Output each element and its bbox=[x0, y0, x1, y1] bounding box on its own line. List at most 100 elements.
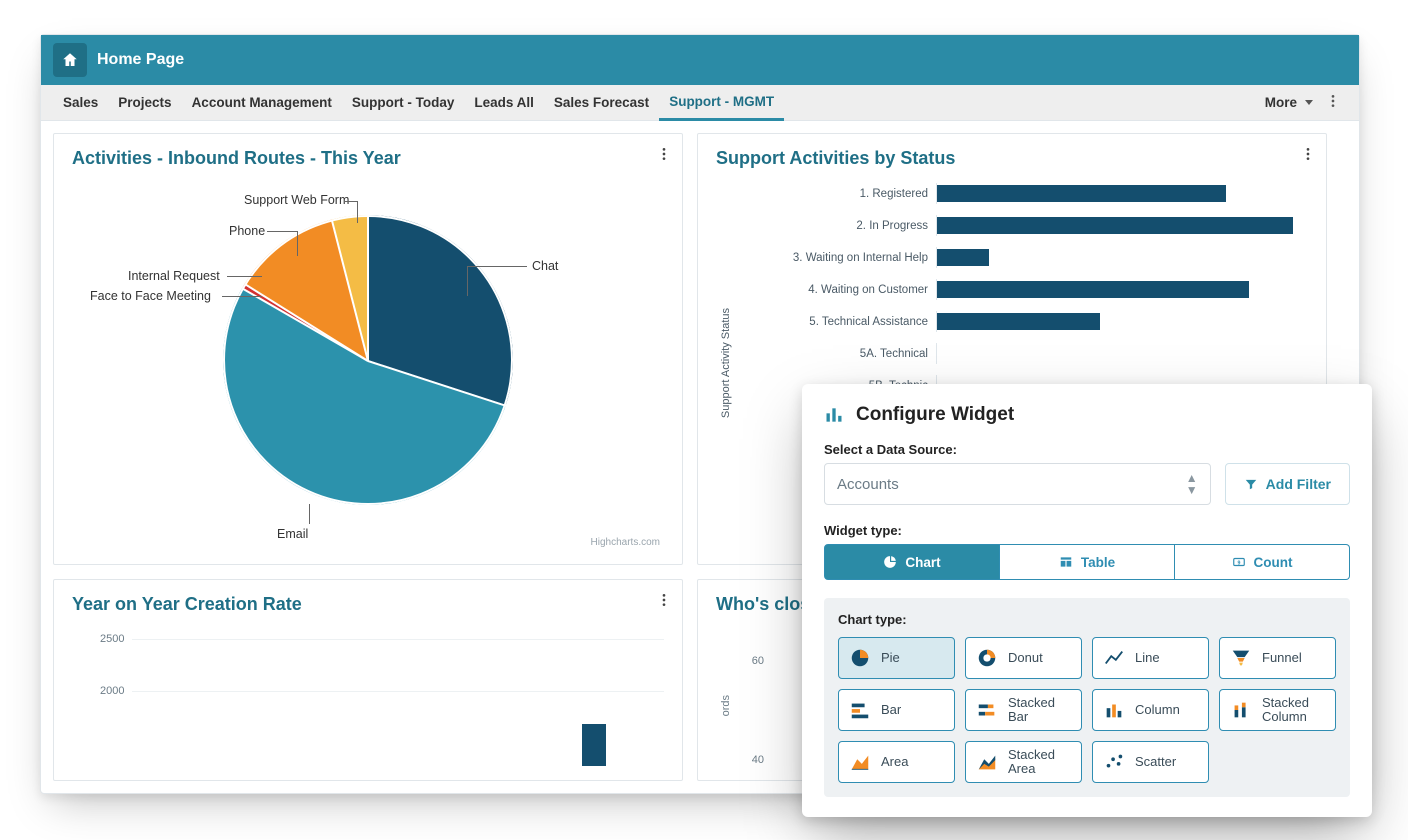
pie-icon bbox=[849, 647, 871, 669]
chart-type-stacked-bar[interactable]: StackedBar bbox=[965, 689, 1082, 731]
kebab-icon bbox=[656, 592, 672, 608]
card-menu-button[interactable] bbox=[656, 592, 672, 613]
chart-type-bar[interactable]: Bar bbox=[838, 689, 955, 731]
hbar-fill[interactable] bbox=[937, 185, 1226, 202]
kebab-icon bbox=[656, 146, 672, 162]
chart-type-column[interactable]: Column bbox=[1092, 689, 1209, 731]
chart-type-label: Chart type: bbox=[838, 612, 1336, 627]
column-icon bbox=[1103, 699, 1125, 721]
widget-type-count[interactable]: 9 Count bbox=[1175, 544, 1350, 580]
page-title: Home Page bbox=[97, 51, 184, 69]
chart-type-label: Funnel bbox=[1262, 651, 1302, 665]
hbar-row: 1. Registered bbox=[736, 183, 1308, 204]
tabs-more-button[interactable]: More bbox=[1259, 95, 1319, 110]
chart-type-stacked-area[interactable]: StackedArea bbox=[965, 741, 1082, 783]
pie-label-chat: Chat bbox=[532, 259, 558, 273]
chart-type-label: Area bbox=[881, 755, 908, 769]
ytick: 60 bbox=[716, 655, 770, 667]
chart-type-line[interactable]: Line bbox=[1092, 637, 1209, 679]
chart-type-area[interactable]: Area bbox=[838, 741, 955, 783]
add-filter-label: Add Filter bbox=[1266, 476, 1331, 492]
ytick: 2000 bbox=[100, 685, 124, 697]
ytick: 2500 bbox=[100, 633, 124, 645]
donut-icon bbox=[976, 647, 998, 669]
widget-type-table[interactable]: Table bbox=[1000, 544, 1175, 580]
tab-support-today[interactable]: Support - Today bbox=[342, 85, 465, 121]
pie-plot[interactable] bbox=[223, 215, 513, 505]
widget-type-label: Widget type: bbox=[824, 523, 1350, 538]
hbar-track bbox=[936, 215, 1308, 236]
funnel-icon bbox=[1230, 647, 1252, 669]
popover-header: Configure Widget bbox=[824, 404, 1350, 426]
widget-type-chart[interactable]: Chart bbox=[824, 544, 1000, 580]
hbar-category: 2. In Progress bbox=[736, 220, 936, 232]
hbar-row: 5. Technical Assistance bbox=[736, 311, 1308, 332]
table-icon bbox=[1059, 555, 1073, 569]
chart-type-label: Line bbox=[1135, 651, 1160, 665]
chart-type-label: Pie bbox=[881, 651, 900, 665]
hbar-track bbox=[936, 183, 1308, 204]
chart-type-label: Donut bbox=[1008, 651, 1043, 665]
card-menu-button[interactable] bbox=[656, 146, 672, 167]
tab-sales-forecast[interactable]: Sales Forecast bbox=[544, 85, 659, 121]
hbar-fill[interactable] bbox=[937, 281, 1249, 298]
data-source-value: Accounts bbox=[837, 476, 899, 493]
add-filter-button[interactable]: Add Filter bbox=[1225, 463, 1350, 505]
tabs-kebab-button[interactable] bbox=[1319, 93, 1347, 112]
chart-type-funnel[interactable]: Funnel bbox=[1219, 637, 1336, 679]
column-bar[interactable] bbox=[582, 724, 606, 766]
tab-sales[interactable]: Sales bbox=[53, 85, 108, 121]
line-icon bbox=[1103, 647, 1125, 669]
seg-label: Table bbox=[1081, 555, 1115, 570]
hbar-row: 2. In Progress bbox=[736, 215, 1308, 236]
bar-icon bbox=[849, 699, 871, 721]
tab-bar: Sales Projects Account Management Suppor… bbox=[41, 85, 1359, 121]
counter-icon: 9 bbox=[1232, 555, 1246, 569]
kebab-icon bbox=[1325, 93, 1341, 109]
stacked-bar-icon bbox=[976, 699, 998, 721]
hbar-category: 3. Waiting on Internal Help bbox=[736, 252, 936, 264]
tab-projects[interactable]: Projects bbox=[108, 85, 181, 121]
chart-type-panel: Chart type: PieDonutLineFunnelBarStacked… bbox=[824, 598, 1350, 797]
hbar-fill[interactable] bbox=[937, 249, 989, 266]
hbar-fill[interactable] bbox=[937, 217, 1293, 234]
popover-title: Configure Widget bbox=[856, 404, 1014, 426]
chart-type-donut[interactable]: Donut bbox=[965, 637, 1082, 679]
hbar-fill[interactable] bbox=[937, 313, 1100, 330]
filter-icon bbox=[1244, 477, 1258, 491]
tab-account-management[interactable]: Account Management bbox=[182, 85, 342, 121]
chart-type-pie[interactable]: Pie bbox=[838, 637, 955, 679]
ytick: 40 bbox=[716, 754, 770, 766]
stacked-column-icon bbox=[1230, 699, 1252, 721]
home-icon bbox=[61, 51, 79, 69]
hbar-row: 3. Waiting on Internal Help bbox=[736, 247, 1308, 268]
home-button[interactable] bbox=[53, 43, 87, 77]
y-axis: 60 40 bbox=[716, 655, 770, 766]
y-axis: 2500 2000 bbox=[72, 615, 664, 697]
chart-type-label: Column bbox=[1135, 703, 1180, 717]
card-title: Support Activities by Status bbox=[716, 148, 1308, 169]
pie-label-phone: Phone bbox=[229, 224, 265, 238]
bar-chart-icon bbox=[824, 405, 844, 425]
chart-type-stacked-column[interactable]: StackedColumn bbox=[1219, 689, 1336, 731]
card-title: Year on Year Creation Rate bbox=[72, 594, 664, 615]
seg-label: Count bbox=[1254, 555, 1293, 570]
svg-text:9: 9 bbox=[1237, 560, 1240, 566]
data-source-select[interactable]: Accounts ▲▼ bbox=[824, 463, 1211, 505]
kebab-icon bbox=[1300, 146, 1316, 162]
pie-chart-icon bbox=[883, 555, 897, 569]
chart-type-scatter[interactable]: Scatter bbox=[1092, 741, 1209, 783]
tab-support-mgmt[interactable]: Support - MGMT bbox=[659, 85, 784, 121]
tabs-more-label: More bbox=[1265, 95, 1297, 110]
tab-leads-all[interactable]: Leads All bbox=[464, 85, 544, 121]
widget-type-segmented: Chart Table 9 Count bbox=[824, 544, 1350, 580]
pie-label-webform: Support Web Form bbox=[244, 193, 349, 207]
card-yoy: Year on Year Creation Rate 2500 2000 bbox=[53, 579, 683, 781]
hbar-track bbox=[936, 279, 1308, 300]
pie-label-f2f: Face to Face Meeting bbox=[90, 289, 211, 303]
hbar-track bbox=[936, 343, 1308, 364]
chart-credit: Highcharts.com bbox=[591, 537, 660, 548]
card-menu-button[interactable] bbox=[1300, 146, 1316, 167]
seg-label: Chart bbox=[905, 555, 940, 570]
hbar-category: 5A. Technical bbox=[736, 348, 936, 360]
